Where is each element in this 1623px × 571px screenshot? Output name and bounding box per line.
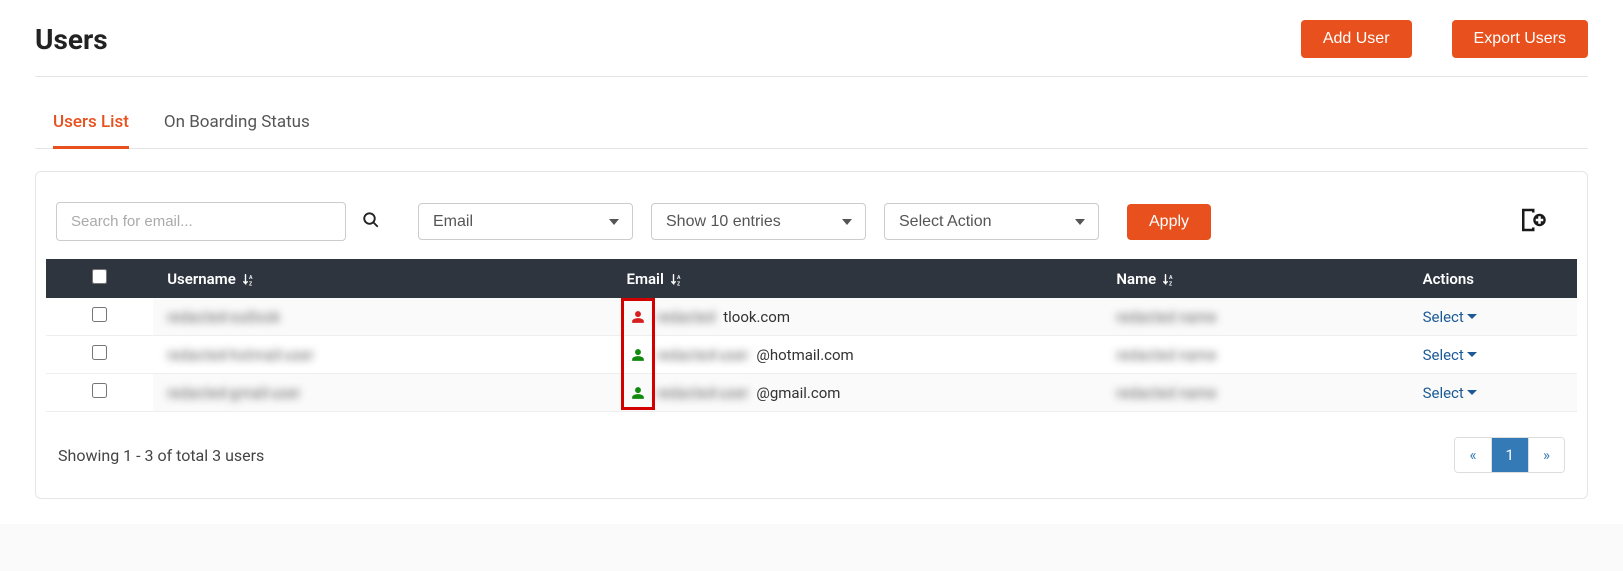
username-cell: redacted-outlook bbox=[167, 308, 280, 326]
row-action-label: Select bbox=[1423, 346, 1464, 364]
svg-text:Z: Z bbox=[249, 281, 253, 287]
col-header-actions: Actions bbox=[1409, 259, 1577, 298]
apply-button[interactable]: Apply bbox=[1127, 204, 1211, 240]
table-row: redacted-outlook redacted tlook.com redac… bbox=[46, 298, 1577, 336]
showing-text: Showing 1 - 3 of total 3 users bbox=[58, 446, 264, 465]
username-cell: redacted-gmail-user bbox=[167, 384, 300, 402]
page-size-select[interactable]: Show 10 entries bbox=[651, 203, 866, 240]
sort-icon: AZ bbox=[242, 273, 256, 287]
email-suffix: @hotmail.com bbox=[756, 346, 853, 364]
table-row: redacted-gmail-user redacted-user @gmail.… bbox=[46, 374, 1577, 412]
email-prefix: redacted-user bbox=[657, 384, 749, 402]
pagination: « 1 » bbox=[1454, 437, 1565, 473]
svg-text:A: A bbox=[1169, 275, 1173, 281]
username-cell: redacted-hotmail-user bbox=[167, 346, 313, 364]
email-prefix: redacted-user bbox=[657, 346, 749, 364]
page-1[interactable]: 1 bbox=[1492, 438, 1529, 472]
svg-text:A: A bbox=[677, 275, 681, 281]
col-header-username[interactable]: Username AZ bbox=[153, 259, 612, 298]
row-checkbox[interactable] bbox=[92, 345, 107, 360]
table-row: redacted-hotmail-user redacted-user @hotm… bbox=[46, 336, 1577, 374]
col-header-name-label: Name bbox=[1116, 270, 1156, 288]
sort-icon: AZ bbox=[670, 273, 684, 287]
row-action-label: Select bbox=[1423, 384, 1464, 402]
select-all-checkbox[interactable] bbox=[92, 269, 107, 284]
page-title: Users bbox=[35, 23, 108, 56]
svg-text:Z: Z bbox=[1169, 281, 1173, 287]
filter-field-select[interactable]: Email bbox=[418, 203, 633, 240]
tab-onboarding-status[interactable]: On Boarding Status bbox=[164, 102, 310, 149]
col-header-username-label: Username bbox=[167, 270, 236, 288]
name-cell: redacted name bbox=[1116, 308, 1216, 326]
col-header-name[interactable]: Name AZ bbox=[1102, 259, 1408, 298]
row-action-select[interactable]: Select bbox=[1423, 384, 1477, 402]
tab-users-list[interactable]: Users List bbox=[53, 102, 129, 149]
caret-down-icon bbox=[1467, 314, 1477, 319]
row-action-select[interactable]: Select bbox=[1423, 308, 1477, 326]
users-table: Username AZ Email AZ Name bbox=[46, 259, 1577, 412]
user-status-icon bbox=[627, 310, 649, 324]
row-action-label: Select bbox=[1423, 308, 1464, 326]
row-checkbox[interactable] bbox=[92, 383, 107, 398]
col-header-email-label: Email bbox=[627, 270, 664, 288]
email-suffix: tlook.com bbox=[723, 308, 790, 326]
add-export-icon[interactable] bbox=[1517, 221, 1547, 239]
caret-down-icon bbox=[1467, 390, 1477, 395]
bulk-action-select[interactable]: Select Action bbox=[884, 203, 1099, 240]
email-suffix: @gmail.com bbox=[756, 384, 840, 402]
sort-icon: AZ bbox=[1162, 273, 1176, 287]
user-status-icon bbox=[627, 348, 649, 362]
user-status-icon bbox=[627, 386, 649, 400]
svg-text:Z: Z bbox=[677, 281, 681, 287]
page-prev[interactable]: « bbox=[1455, 438, 1491, 472]
export-users-button[interactable]: Export Users bbox=[1452, 20, 1588, 58]
col-header-email[interactable]: Email AZ bbox=[613, 259, 1103, 298]
row-checkbox[interactable] bbox=[92, 307, 107, 322]
name-cell: redacted name bbox=[1116, 346, 1216, 364]
page-next[interactable]: » bbox=[1529, 438, 1564, 472]
add-user-button[interactable]: Add User bbox=[1301, 20, 1412, 58]
search-input[interactable] bbox=[56, 202, 346, 241]
svg-text:A: A bbox=[249, 275, 253, 281]
caret-down-icon bbox=[1467, 352, 1477, 357]
row-action-select[interactable]: Select bbox=[1423, 346, 1477, 364]
name-cell: redacted name bbox=[1116, 384, 1216, 402]
search-icon[interactable] bbox=[362, 211, 380, 233]
email-prefix: redacted bbox=[657, 308, 716, 326]
